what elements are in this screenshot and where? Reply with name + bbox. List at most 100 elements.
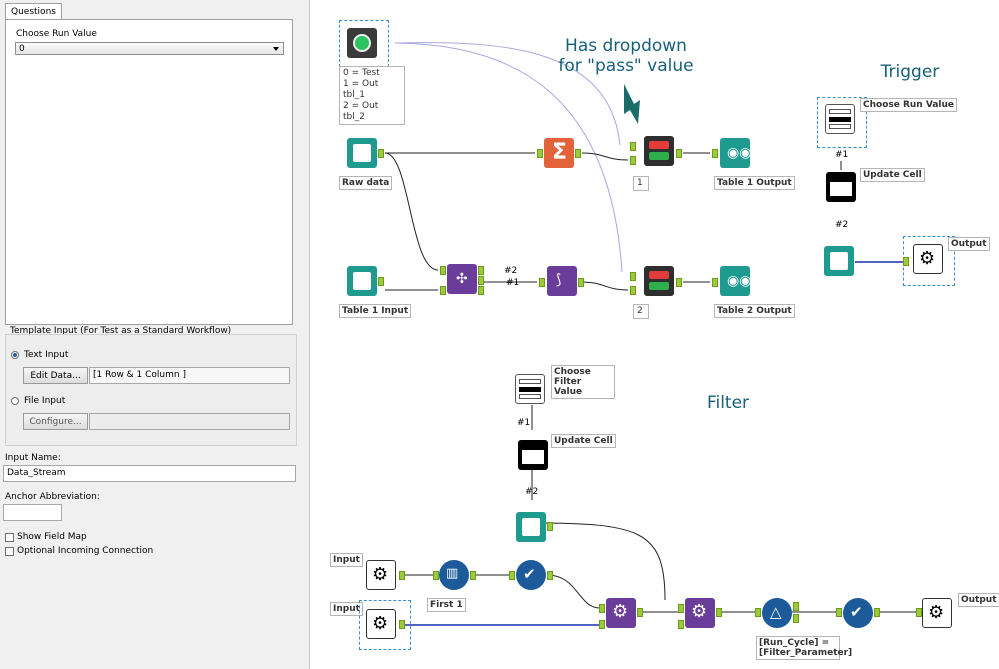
trigger-dropdown-tool[interactable] <box>825 104 855 134</box>
arrow-pointer-icon <box>624 84 640 124</box>
input-anchor[interactable] <box>630 272 636 281</box>
connection-label: #2 <box>525 487 539 497</box>
append-tool-2[interactable]: ⚙ <box>685 598 715 628</box>
input-anchor[interactable] <box>712 278 718 287</box>
input-anchor[interactable] <box>539 278 545 287</box>
input-anchor[interactable] <box>630 156 636 165</box>
trigger-update-cell-tool[interactable] <box>826 172 856 202</box>
output-anchor[interactable] <box>547 522 553 531</box>
detour-tool-2[interactable] <box>644 266 674 296</box>
right-anchor[interactable] <box>440 286 446 295</box>
output-anchor[interactable] <box>578 278 584 287</box>
annotation-has-dropdown: Has dropdown for "pass" value <box>546 36 706 76</box>
connection-label: #2 <box>504 266 518 276</box>
first-caption: First 1 <box>427 598 466 612</box>
browse-tool-1[interactable]: ◉◉ <box>720 138 752 168</box>
output-anchor[interactable] <box>716 608 722 617</box>
filter-input-tool[interactable] <box>516 512 546 542</box>
input-anchor[interactable] <box>599 604 605 613</box>
red-bar-icon <box>649 141 669 149</box>
file-path-field[interactable] <box>89 413 290 430</box>
table1-input-tool[interactable] <box>347 266 377 296</box>
table2-output-caption: Table 2 Output <box>714 304 795 318</box>
annotation-line-2: for "pass" value <box>558 56 694 76</box>
j-anchor-j[interactable] <box>478 276 484 285</box>
run-value-dropdown[interactable]: 0 <box>15 42 284 55</box>
true-anchor[interactable] <box>793 602 799 611</box>
filter-update-cell-tool[interactable] <box>518 440 548 470</box>
output-anchor[interactable] <box>874 608 880 617</box>
filter-output-caption: Output <box>958 593 999 607</box>
properties-panel: Questions Choose Run Value 0 Template In… <box>0 0 310 669</box>
condition-tool[interactable] <box>347 28 377 58</box>
macro-input-tool-2[interactable]: ⚙ <box>366 609 396 639</box>
browse-tool-2[interactable]: ◉◉ <box>720 266 751 296</box>
output-anchor[interactable] <box>676 149 682 158</box>
raw-data-input-tool[interactable] <box>347 138 377 168</box>
input-anchor[interactable] <box>903 257 909 266</box>
input-anchor[interactable] <box>836 608 842 617</box>
tab-questions[interactable]: Questions <box>5 3 62 20</box>
output-anchor[interactable] <box>470 571 476 580</box>
input-name-field[interactable]: Data_Stream <box>3 465 296 482</box>
select-tool-1[interactable]: ✔ <box>516 560 546 590</box>
left-anchor[interactable] <box>440 266 446 275</box>
sample-tool[interactable]: ▥ <box>439 560 469 590</box>
select-tool-2[interactable]: ✔ <box>843 598 873 628</box>
output-anchor[interactable] <box>637 608 643 617</box>
trigger-input-tool[interactable] <box>824 246 854 276</box>
filter-update-caption: Update Cell <box>551 434 616 448</box>
input-anchor[interactable] <box>678 620 684 629</box>
annotation-line-1: Has dropdown <box>565 36 687 56</box>
trigger-output-tool[interactable]: ⚙ <box>913 244 943 274</box>
input-anchor[interactable] <box>630 142 636 151</box>
j-anchor-r[interactable] <box>478 286 484 295</box>
sample-icon: ▥ <box>446 566 459 581</box>
join-tool[interactable]: ✣ <box>447 264 477 294</box>
trigger-choose-caption: Choose Run Value <box>860 98 957 112</box>
filter-input1-caption: Input <box>330 553 363 567</box>
workflow-canvas[interactable]: Has dropdown for "pass" value Trigger Fi… <box>310 0 999 669</box>
j-anchor-l[interactable] <box>478 266 484 275</box>
output-anchor[interactable] <box>399 620 405 629</box>
table1-input-caption: Table 1 Input <box>339 304 412 318</box>
filter-dropdown-tool[interactable] <box>515 374 545 404</box>
input-anchor[interactable] <box>537 149 543 158</box>
show-field-map-label: Show Field Map <box>17 532 87 542</box>
output-anchor[interactable] <box>378 149 384 158</box>
output-anchor[interactable] <box>378 277 384 286</box>
file-input-radio[interactable] <box>11 397 19 405</box>
output-anchor[interactable] <box>547 571 553 580</box>
gear-icon: ⚙ <box>372 564 389 585</box>
output-anchor[interactable] <box>575 149 581 158</box>
anchor-abbreviation-field[interactable] <box>3 504 62 521</box>
filter-output-tool[interactable]: ⚙ <box>922 598 952 628</box>
input-anchor[interactable] <box>599 620 605 629</box>
transform-tool[interactable]: ⟆ <box>547 266 577 296</box>
input-anchor[interactable] <box>712 149 718 158</box>
summarize-tool[interactable]: Σ <box>544 138 574 168</box>
input-anchor[interactable] <box>755 608 761 617</box>
detour-tool-1[interactable] <box>644 136 674 166</box>
question-label: Choose Run Value <box>16 29 97 39</box>
edit-data-button[interactable]: Edit Data... <box>23 367 88 384</box>
book-icon <box>353 144 371 162</box>
false-anchor[interactable] <box>793 614 799 623</box>
input-anchor[interactable] <box>509 571 515 580</box>
text-input-radio[interactable] <box>11 351 19 359</box>
filter-tool[interactable]: △ <box>762 598 792 628</box>
macro-input-tool-1[interactable]: ⚙ <box>366 560 396 590</box>
optional-incoming-checkbox[interactable] <box>5 547 14 556</box>
show-field-map-checkbox[interactable] <box>5 533 14 542</box>
binoculars-icon: ◉◉ <box>727 145 752 161</box>
output-anchor[interactable] <box>399 571 405 580</box>
append-tool-1[interactable]: ⚙ <box>606 598 636 628</box>
file-input-label: File Input <box>24 396 66 406</box>
input-anchor[interactable] <box>630 286 636 295</box>
sigma-icon: Σ <box>552 140 568 165</box>
configure-button[interactable]: Configure... <box>23 413 88 430</box>
output-anchor[interactable] <box>676 278 682 287</box>
input-anchor[interactable] <box>678 604 684 613</box>
cond-line-2: 2 = Out tbl_2 <box>343 101 379 122</box>
check-icon: ✔ <box>850 603 863 621</box>
